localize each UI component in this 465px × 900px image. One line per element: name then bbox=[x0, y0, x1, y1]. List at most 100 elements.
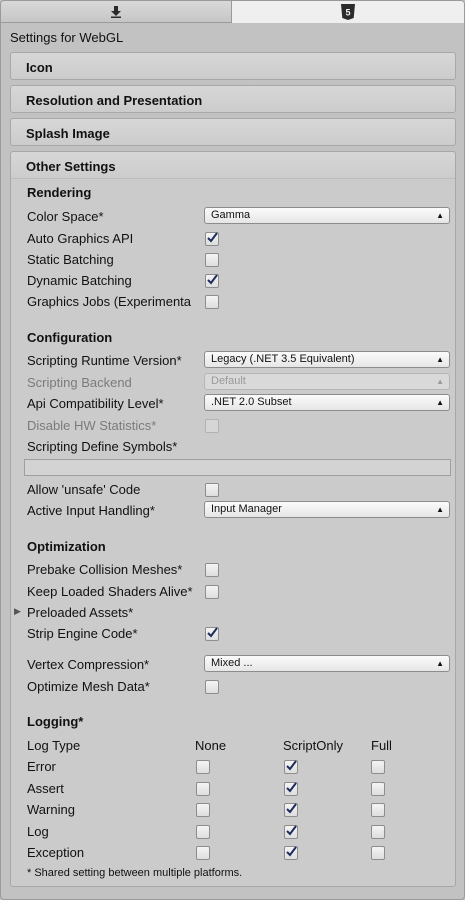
scripting-backend-value: Default bbox=[211, 375, 246, 387]
static-batching-checkbox[interactable] bbox=[205, 253, 219, 267]
page-title: Settings for WebGL bbox=[10, 30, 124, 45]
runtime-version-label: Scripting Runtime Version* bbox=[27, 353, 182, 368]
checkmark-icon bbox=[286, 781, 297, 793]
vertex-compression-label: Vertex Compression* bbox=[27, 657, 150, 672]
log-full-checkbox[interactable] bbox=[371, 781, 385, 796]
log-row-label: Exception bbox=[27, 845, 85, 860]
tab-standalone[interactable] bbox=[1, 1, 232, 23]
checkmark-icon bbox=[286, 824, 297, 836]
dynamic-batching-label: Dynamic Batching bbox=[27, 273, 132, 288]
platform-tabs: 5 bbox=[1, 1, 464, 23]
log-none-checkbox[interactable] bbox=[196, 760, 210, 774]
checkmark-icon bbox=[286, 846, 297, 857]
vertex-compression-dropdown[interactable]: Mixed ... ▲ bbox=[204, 655, 450, 672]
graphics-jobs-label: Graphics Jobs (Experimenta bbox=[27, 294, 192, 309]
section-other-settings: Other Settings Rendering Color Space* Ga… bbox=[10, 151, 456, 887]
log-row-label: Error bbox=[27, 759, 56, 774]
log-scriptonly-checkbox[interactable] bbox=[284, 781, 298, 796]
log-scriptonly-checkbox[interactable] bbox=[284, 824, 298, 839]
foldout-arrow-icon[interactable]: ▶ bbox=[14, 606, 21, 617]
checkmark-icon bbox=[207, 627, 218, 638]
disable-hw-stats-checkbox bbox=[205, 419, 219, 433]
checkmark-icon bbox=[207, 232, 218, 243]
player-settings-window: 5 Settings for WebGL Icon Resolution and… bbox=[0, 0, 465, 900]
vertex-compression-value: Mixed ... bbox=[211, 657, 253, 669]
log-row-label: Log bbox=[27, 823, 49, 839]
disable-hw-stats-label: Disable HW Statistics* bbox=[27, 418, 157, 433]
section-other-label: Other Settings bbox=[26, 159, 116, 174]
section-icon-label: Icon bbox=[26, 60, 53, 75]
define-symbols-label: Scripting Define Symbols* bbox=[27, 439, 178, 454]
optimize-mesh-label: Optimize Mesh Data* bbox=[27, 679, 150, 694]
runtime-version-dropdown[interactable]: Legacy (.NET 3.5 Equivalent) ▲ bbox=[204, 351, 450, 368]
color-space-dropdown[interactable]: Gamma ▲ bbox=[204, 207, 450, 224]
section-splash[interactable]: Splash Image bbox=[10, 118, 456, 146]
strip-engine-checkbox[interactable] bbox=[205, 627, 219, 641]
input-handling-label: Active Input Handling* bbox=[27, 503, 155, 518]
footnote: * Shared setting between multiple platfo… bbox=[27, 867, 243, 879]
api-compat-label: Api Compatibility Level* bbox=[27, 396, 164, 411]
optimization-heading: Optimization bbox=[27, 539, 106, 554]
html5-label: 5 bbox=[345, 7, 350, 17]
checkmark-icon bbox=[286, 803, 297, 814]
tab-webgl[interactable]: 5 bbox=[231, 1, 464, 23]
preloaded-assets-label[interactable]: Preloaded Assets* bbox=[27, 605, 133, 620]
checkmark-icon bbox=[207, 274, 218, 285]
log-full-checkbox[interactable] bbox=[371, 846, 385, 860]
scripting-backend-label: Scripting Backend bbox=[27, 375, 132, 390]
log-none-checkbox[interactable] bbox=[196, 803, 210, 817]
log-none-checkbox[interactable] bbox=[196, 824, 210, 839]
checkmark-icon bbox=[286, 760, 297, 771]
download-arrow-icon bbox=[110, 5, 121, 18]
auto-graphics-label: Auto Graphics API bbox=[27, 231, 134, 246]
log-full-checkbox[interactable] bbox=[371, 824, 385, 839]
section-splash-label: Splash Image bbox=[26, 126, 110, 141]
log-scriptonly-checkbox[interactable] bbox=[284, 760, 298, 774]
graphics-jobs-checkbox[interactable] bbox=[205, 295, 219, 309]
configuration-heading: Configuration bbox=[27, 330, 113, 345]
dropdown-arrow-icon: ▲ bbox=[436, 505, 444, 514]
define-symbols-input[interactable] bbox=[24, 459, 451, 476]
optimize-mesh-checkbox[interactable] bbox=[205, 680, 219, 694]
log-scriptonly-checkbox[interactable] bbox=[284, 846, 298, 860]
log-none-header: None bbox=[195, 738, 227, 753]
input-handling-dropdown[interactable]: Input Manager ▲ bbox=[204, 501, 450, 518]
log-row-label: Warning bbox=[27, 802, 75, 817]
runtime-version-value: Legacy (.NET 3.5 Equivalent) bbox=[211, 353, 355, 365]
prebake-checkbox[interactable] bbox=[205, 563, 219, 577]
prebake-label: Prebake Collision Meshes* bbox=[27, 562, 183, 577]
section-icon[interactable]: Icon bbox=[10, 52, 456, 80]
input-handling-value: Input Manager bbox=[211, 503, 282, 515]
keep-shaders-checkbox[interactable] bbox=[205, 585, 219, 599]
scripting-backend-dropdown: Default ▲ bbox=[204, 373, 450, 390]
color-space-value: Gamma bbox=[211, 209, 251, 221]
log-scriptonly-header: ScriptOnly bbox=[283, 738, 343, 753]
api-compat-dropdown[interactable]: .NET 2.0 Subset ▲ bbox=[204, 394, 450, 411]
allow-unsafe-checkbox[interactable] bbox=[205, 483, 219, 497]
dropdown-arrow-icon: ▲ bbox=[436, 211, 444, 220]
log-type-header: Log Type bbox=[27, 738, 81, 753]
log-none-checkbox[interactable] bbox=[196, 846, 210, 860]
api-compat-value: .NET 2.0 Subset bbox=[211, 396, 292, 408]
keep-shaders-label: Keep Loaded Shaders Alive* bbox=[27, 584, 193, 599]
section-resolution[interactable]: Resolution and Presentation bbox=[10, 85, 456, 113]
log-scriptonly-checkbox[interactable] bbox=[284, 803, 298, 817]
dropdown-arrow-icon: ▲ bbox=[436, 377, 444, 386]
allow-unsafe-label: Allow 'unsafe' Code bbox=[27, 482, 141, 497]
dynamic-batching-checkbox[interactable] bbox=[205, 274, 219, 288]
log-row-label: Assert bbox=[27, 780, 64, 796]
rendering-heading: Rendering bbox=[27, 185, 92, 200]
color-space-label: Color Space* bbox=[27, 209, 104, 224]
dropdown-arrow-icon: ▲ bbox=[436, 659, 444, 668]
logging-heading: Logging* bbox=[27, 714, 84, 729]
section-resolution-label: Resolution and Presentation bbox=[26, 93, 203, 108]
log-full-checkbox[interactable] bbox=[371, 760, 385, 774]
dropdown-arrow-icon: ▲ bbox=[436, 355, 444, 364]
log-full-header: Full bbox=[371, 738, 392, 753]
strip-engine-label: Strip Engine Code* bbox=[27, 626, 138, 641]
auto-graphics-checkbox[interactable] bbox=[205, 232, 219, 246]
dropdown-arrow-icon: ▲ bbox=[436, 398, 444, 407]
html5-icon: 5 bbox=[340, 3, 355, 20]
log-full-checkbox[interactable] bbox=[371, 803, 385, 817]
log-none-checkbox[interactable] bbox=[196, 781, 210, 796]
